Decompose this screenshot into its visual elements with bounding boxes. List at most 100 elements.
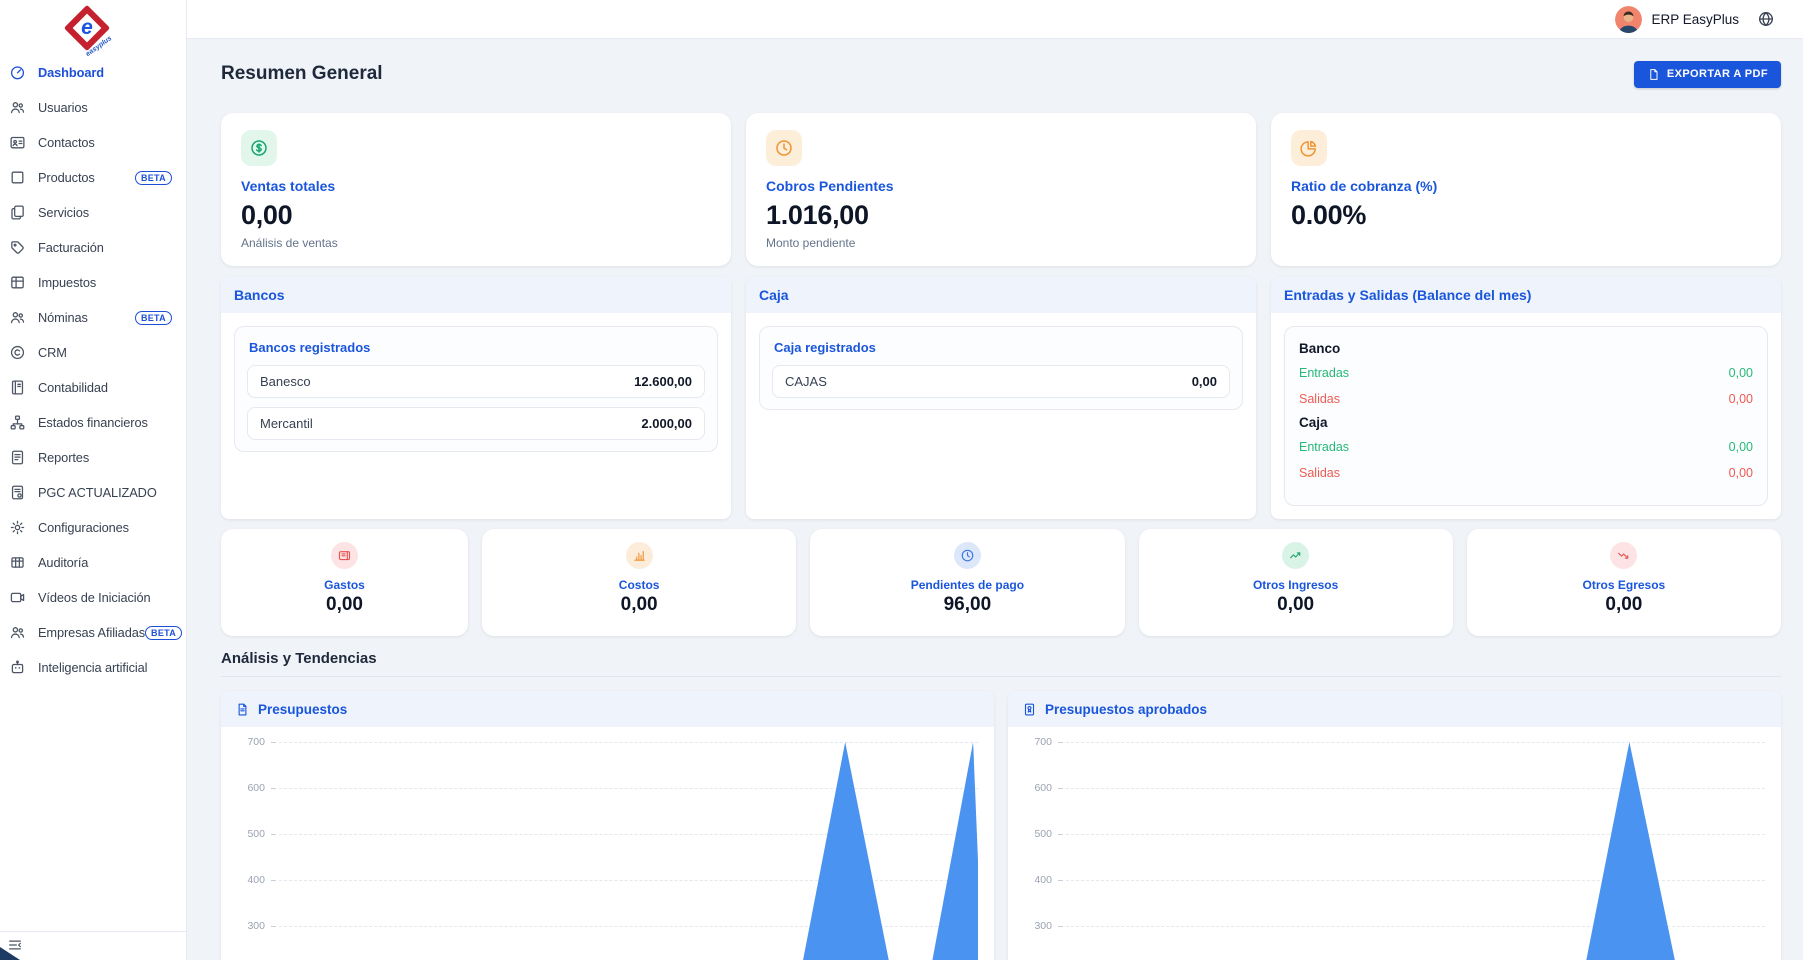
sidebar-item-label: Estados financieros — [38, 415, 148, 430]
robot-icon — [9, 659, 26, 676]
account-name: Mercantil — [260, 416, 313, 431]
sidebar-item-auditor-a[interactable]: Auditoría — [0, 545, 186, 580]
chart-title: Presupuestos — [258, 702, 347, 717]
stat-label: Otros Ingresos — [1253, 578, 1338, 592]
balance-entry: Entradas 0,00 — [1297, 360, 1755, 386]
y-tick-mark — [1058, 788, 1063, 789]
presupuestos-chart-card: Presupuestos 700600500400300 — [221, 691, 994, 960]
balance-group-name: Banco — [1299, 341, 1753, 356]
clock-icon — [954, 542, 981, 569]
export-pdf-label: EXPORTAR A PDF — [1667, 68, 1768, 80]
chart-header: Presupuestos aprobados — [1008, 691, 1781, 727]
kpi-card[interactable]: Ratio de cobranza (%) 0.00% — [1271, 113, 1781, 266]
y-tick-mark — [271, 880, 276, 881]
sidebar-item-label: Vídeos de Iniciación — [38, 590, 151, 605]
balance-entry-label: Salidas — [1299, 392, 1340, 406]
copyright-icon — [9, 344, 26, 361]
sidebar-item-inteligencia-artificial[interactable]: Inteligencia artificial — [0, 650, 186, 685]
dashboard-content: Resumen General EXPORTAR A PDF Ventas to… — [187, 39, 1803, 960]
kpi-value: 1.016,00 — [766, 200, 1236, 231]
sidebar-item-contactos[interactable]: Contactos — [0, 125, 186, 160]
sidebar-item-label: Impuestos — [38, 275, 96, 290]
y-tick-label: 400 — [227, 874, 265, 886]
kpi-card[interactable]: Ventas totales 0,00 Análisis de ventas — [221, 113, 731, 266]
sidebar-item-configuraciones[interactable]: Configuraciones — [0, 510, 186, 545]
sidebar-item-empresas-afiliadas[interactable]: Empresas Afiliadas BETA — [0, 615, 186, 650]
account-row[interactable]: CAJAS 0,00 — [772, 365, 1230, 398]
balance-entry-value: 0,00 — [1729, 366, 1753, 380]
sidebar-item-label: Productos — [38, 170, 95, 185]
sidebar-item-v-deos-de-iniciaci-n[interactable]: Vídeos de Iniciación — [0, 580, 186, 615]
y-tick-label: 300 — [1014, 920, 1052, 932]
stat-card[interactable]: Pendientes de pago 96,00 — [810, 529, 1124, 636]
sidebar-item-contabilidad[interactable]: Contabilidad — [0, 370, 186, 405]
sidebar-item-dashboard[interactable]: Dashboard — [0, 55, 186, 90]
chart-plot-area: 700600500400300 — [221, 727, 994, 960]
bar-chart-icon — [626, 542, 653, 569]
sidebar-item-facturaci-n[interactable]: Facturación — [0, 230, 186, 265]
sidebar: e easyplus Dashboard Usuarios Contactos … — [0, 0, 187, 960]
series-spike — [783, 742, 910, 960]
account-row[interactable]: Mercantil 2.000,00 — [247, 407, 705, 440]
y-tick-mark — [271, 926, 276, 927]
balance-entry-value: 0,00 — [1729, 392, 1753, 406]
sidebar-item-label: Usuarios — [38, 100, 88, 115]
export-pdf-button[interactable]: EXPORTAR A PDF — [1634, 61, 1781, 88]
sidebar-item-pgc-actualizado[interactable]: PGC ACTUALIZADO — [0, 475, 186, 510]
sidebar-item-productos[interactable]: Productos BETA — [0, 160, 186, 195]
sidebar-item-servicios[interactable]: Servicios — [0, 195, 186, 230]
sidebar-item-usuarios[interactable]: Usuarios — [0, 90, 186, 125]
stat-label: Otros Egresos — [1583, 578, 1666, 592]
sidebar-item-label: Auditoría — [38, 555, 88, 570]
caja-panel-body: Caja registrados CAJAS 0,00 — [746, 313, 1256, 519]
account-name: Banesco — [260, 374, 311, 389]
balance-panel-body: Banco Entradas 0,00 Salidas 0,00 Caja En… — [1271, 313, 1781, 519]
sidebar-item-label: Servicios — [38, 205, 89, 220]
sidebar-nav: Dashboard Usuarios Contactos Productos B… — [0, 55, 186, 685]
app-root: e easyplus Dashboard Usuarios Contactos … — [0, 0, 1803, 960]
trend-down-icon — [1610, 542, 1637, 569]
y-tick-label: 600 — [227, 782, 265, 794]
language-globe-icon[interactable] — [1757, 10, 1775, 28]
stat-value: 0,00 — [1605, 594, 1642, 616]
y-tick-mark — [1058, 880, 1063, 881]
sidebar-item-estados-financieros[interactable]: Estados financieros — [0, 405, 186, 440]
balance-panel: Entradas y Salidas (Balance del mes) Ban… — [1271, 277, 1781, 519]
user-menu[interactable]: ERP EasyPlus — [1615, 6, 1739, 33]
app-logo[interactable]: e easyplus — [0, 0, 186, 55]
balance-entry: Salidas 0,00 — [1297, 460, 1755, 486]
caja-inner-box: Caja registrados CAJAS 0,00 — [759, 326, 1243, 410]
document-icon — [235, 702, 250, 717]
sidebar-item-n-minas[interactable]: Nóminas BETA — [0, 300, 186, 335]
corner-decoration — [0, 947, 20, 960]
balance-group: Banco Entradas 0,00 Salidas 0,00 — [1297, 341, 1755, 412]
stat-label: Pendientes de pago — [911, 578, 1024, 592]
stat-card[interactable]: Costos 0,00 — [482, 529, 796, 636]
account-row[interactable]: Banesco 12.600,00 — [247, 365, 705, 398]
users-icon — [9, 624, 26, 641]
sidebar-item-impuestos[interactable]: Impuestos — [0, 265, 186, 300]
sidebar-item-crm[interactable]: CRM — [0, 335, 186, 370]
y-tick-label: 500 — [1014, 828, 1052, 840]
sidebar-item-reportes[interactable]: Reportes — [0, 440, 186, 475]
report-icon — [9, 449, 26, 466]
kpi-title: Ventas totales — [241, 178, 711, 194]
stat-card[interactable]: Otros Egresos 0,00 — [1467, 529, 1781, 636]
stat-card[interactable]: Otros Ingresos 0,00 — [1139, 529, 1453, 636]
dollar-circle-icon — [241, 130, 277, 166]
y-tick-mark — [271, 742, 276, 743]
stat-label: Costos — [619, 578, 660, 592]
beta-badge: BETA — [135, 171, 172, 185]
y-tick-label: 400 — [1014, 874, 1052, 886]
y-tick-mark — [1058, 834, 1063, 835]
account-name: CAJAS — [785, 374, 827, 389]
panel-row: Bancos Bancos registrados Banesco 12.600… — [221, 277, 1781, 519]
presupuestos-aprobados-chart-card: Presupuestos aprobados 700600500400300 — [1008, 691, 1781, 960]
y-tick-mark — [271, 834, 276, 835]
y-tick-label: 700 — [1014, 736, 1052, 748]
beta-badge: BETA — [135, 311, 172, 325]
avatar[interactable] — [1615, 6, 1642, 33]
page-title: Resumen General — [221, 63, 383, 85]
stat-card[interactable]: Gastos 0,00 — [221, 529, 468, 636]
kpi-card[interactable]: Cobros Pendientes 1.016,00 Monto pendien… — [746, 113, 1256, 266]
